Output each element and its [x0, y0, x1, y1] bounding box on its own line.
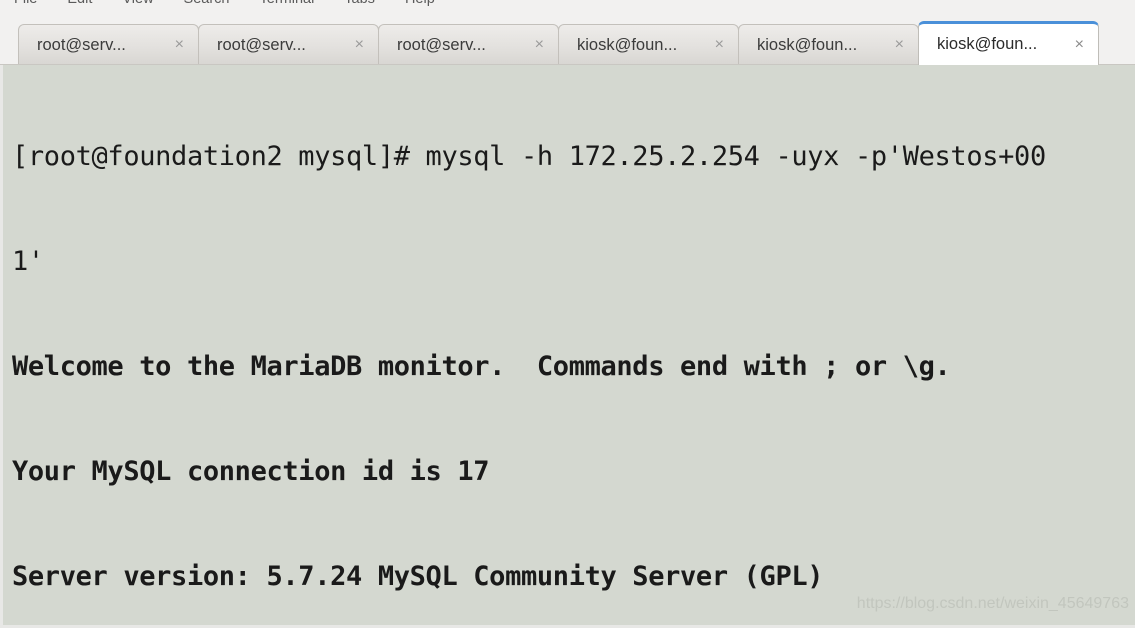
tab-root-serv-3[interactable]: root@serv... × [378, 24, 559, 65]
menu-item-help[interactable]: Help [405, 0, 435, 12]
tab-label: root@serv... [217, 35, 306, 54]
menu-bar: File Edit View Search Terminal Tabs Help [0, 0, 1135, 12]
menu-item-tabs[interactable]: Tabs [344, 0, 375, 12]
tab-kiosk-foun-3-active[interactable]: kiosk@foun... × [918, 21, 1099, 65]
terminal-screen[interactable]: [root@foundation2 mysql]# mysql -h 172.2… [0, 65, 1135, 628]
tab-label: kiosk@foun... [937, 35, 1038, 53]
terminal-window: File Edit View Search Terminal Tabs Help… [0, 0, 1135, 628]
close-icon[interactable]: × [525, 37, 544, 53]
tab-kiosk-foun-1[interactable]: kiosk@foun... × [558, 24, 739, 65]
terminal-line-command: [root@foundation2 mysql]# mysql -h 172.2… [12, 141, 1046, 172]
tab-strip: root@serv... × root@serv... × root@serv.… [18, 20, 1099, 65]
terminal-line-connid: Your MySQL connection id is 17 [12, 456, 490, 487]
menu-item-view[interactable]: View [122, 0, 153, 12]
watermark: https://blog.csdn.net/weixin_45649763 [856, 595, 1129, 612]
close-icon[interactable]: × [705, 37, 724, 53]
tab-root-serv-1[interactable]: root@serv... × [18, 24, 199, 65]
tab-label: kiosk@foun... [757, 35, 858, 54]
menu-item-file[interactable]: File [14, 0, 37, 12]
terminal-line-command-wrap: 1' [12, 246, 44, 277]
tab-label: root@serv... [37, 35, 126, 54]
tab-bar: root@serv... × root@serv... × root@serv.… [0, 12, 1135, 65]
tab-label: root@serv... [397, 35, 486, 54]
tab-root-serv-2[interactable]: root@serv... × [198, 24, 379, 65]
terminal-line-welcome: Welcome to the MariaDB monitor. Commands… [12, 351, 951, 382]
menu-item-search[interactable]: Search [184, 0, 230, 12]
menu-item-edit[interactable]: Edit [67, 0, 92, 12]
close-icon[interactable]: × [885, 37, 904, 53]
tab-kiosk-foun-2[interactable]: kiosk@foun... × [738, 24, 919, 65]
menu-item-terminal[interactable]: Terminal [260, 0, 315, 12]
close-icon[interactable]: × [1065, 36, 1084, 53]
terminal-line-version: Server version: 5.7.24 MySQL Community S… [12, 561, 824, 592]
close-icon[interactable]: × [345, 37, 364, 53]
terminal-output: [root@foundation2 mysql]# mysql -h 172.2… [12, 69, 1132, 625]
tab-label: kiosk@foun... [577, 35, 678, 54]
close-icon[interactable]: × [165, 37, 184, 53]
